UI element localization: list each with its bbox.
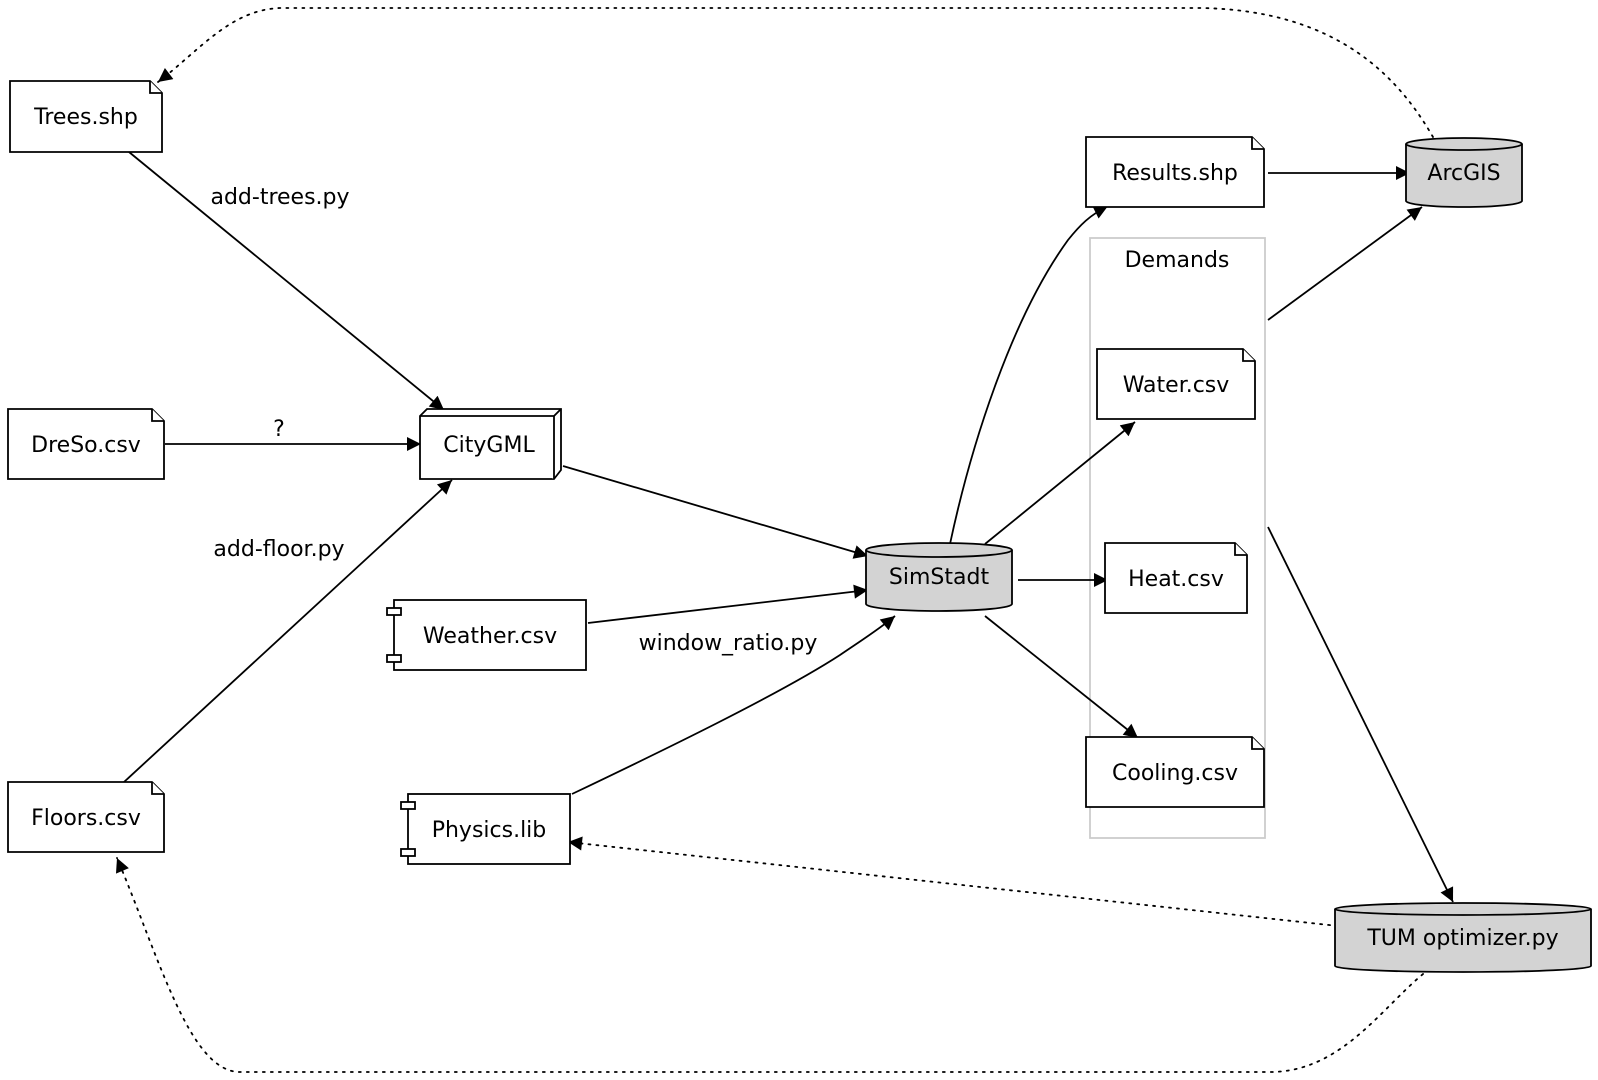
node-trees-shp[interactable]: Trees.shp [9,80,163,153]
node-label: ArcGIS [1427,161,1500,186]
node-label: Results.shp [1112,161,1238,186]
node-label: Trees.shp [33,105,138,130]
node-label: DreSo.csv [31,433,141,458]
node-label: Water.csv [1123,373,1230,398]
edge-arcgis-trees[interactable] [157,7,1434,138]
node-label: Heat.csv [1128,567,1224,592]
node-label: Floors.csv [31,806,141,831]
edge-simstadt-cooling[interactable] [984,615,1139,739]
edge-weather-simstadt[interactable] [587,584,869,624]
edge-label-window-ratio: window_ratio.py [639,631,818,656]
edge-label-add-floor: add-floor.py [213,537,344,562]
node-label: Cooling.csv [1112,761,1238,786]
edge-demands-tum[interactable] [1267,526,1454,903]
node-heat-csv[interactable]: Heat.csv [1104,542,1248,614]
node-tum-optimizer[interactable]: TUM optimizer.py [1334,902,1592,973]
node-label: SimStadt [889,565,990,590]
node-physics-lib[interactable]: Physics.lib [400,793,571,865]
edge-tum-floors[interactable] [115,857,1424,1073]
node-water-csv[interactable]: Water.csv [1096,348,1256,420]
component-port-icon [400,801,416,810]
node-cooling-csv[interactable]: Cooling.csv [1085,736,1265,808]
component-port-icon [386,654,402,663]
node-citygml[interactable]: CityGML [419,408,562,480]
note-fold-icon [149,81,162,94]
node-floors-csv[interactable]: Floors.csv [7,781,165,853]
node-arcgis[interactable]: ArcGIS [1405,137,1523,208]
edge-simstadt-results[interactable] [949,205,1109,545]
diagram-canvas: Demands add-trees.py ? add-floor.py wind… [7,7,1592,1073]
edge-tum-physics[interactable] [567,836,1339,927]
component-port-icon [400,848,416,857]
node-results-shp[interactable]: Results.shp [1085,136,1265,208]
cylinder-rim [1405,143,1523,151]
cylinder-rim [1334,908,1592,916]
edge-simstadt-water[interactable] [984,421,1136,545]
component-port-icon [386,607,402,616]
node-weather-csv[interactable]: Weather.csv [386,599,587,671]
edge-demands-arcgis[interactable] [1267,206,1423,321]
cluster-label-demands: Demands [1125,248,1230,273]
edge-citygml-simstadt[interactable] [562,465,869,559]
nodes: Trees.shp DreSo.csv Floors.csv CityGML W… [7,80,1592,973]
node-simstadt[interactable]: SimStadt [865,542,1013,612]
edge-label-question: ? [273,417,285,442]
node-label: TUM optimizer.py [1366,926,1558,951]
node-label: CityGML [443,433,535,458]
edge-label-add-trees: add-trees.py [210,185,349,210]
node-dreso-csv[interactable]: DreSo.csv [7,408,165,480]
node-label: Physics.lib [432,818,547,843]
node-label: Weather.csv [423,624,557,649]
